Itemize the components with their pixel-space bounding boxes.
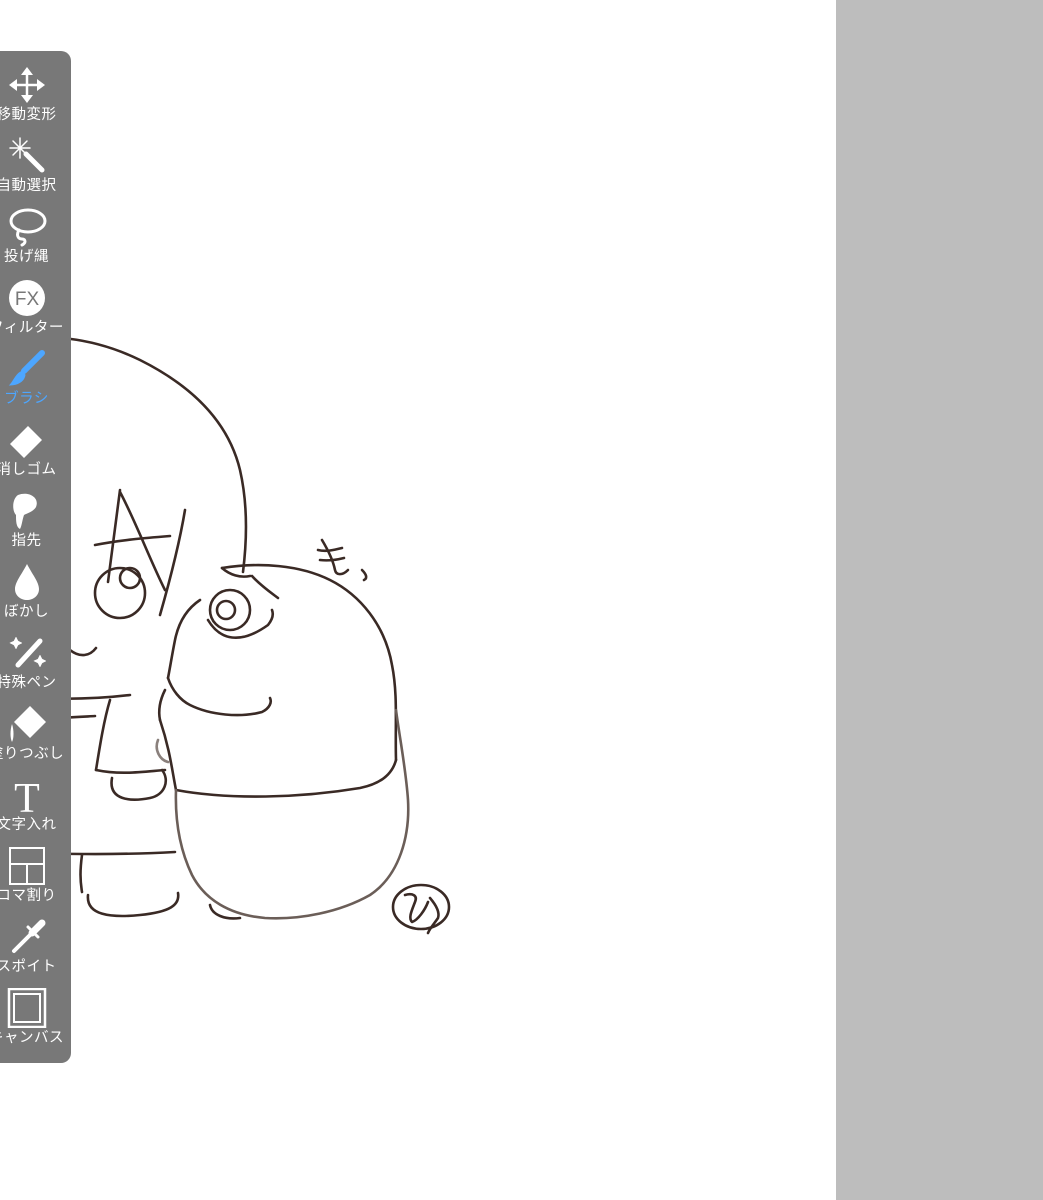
- tool-palette: 移動変形 自動選択 投げ縄 FX ィルター ブラシ 消しゴム 指先 ぼかし 特殊…: [0, 51, 71, 1063]
- tool-lasso[interactable]: 投げ縄: [0, 193, 71, 265]
- canvas-icon: [6, 988, 48, 1028]
- fx-icon: FX: [6, 278, 48, 318]
- lasso-icon: [6, 207, 48, 247]
- eyedropper-icon: [6, 917, 48, 957]
- text-icon: T: [6, 775, 48, 815]
- droplet-icon: [6, 562, 48, 602]
- tool-panel-split-label: コマ割り: [0, 888, 57, 904]
- tool-blur[interactable]: ぼかし: [0, 548, 71, 620]
- tool-eraser-label: 消しゴム: [0, 462, 57, 478]
- tool-filter[interactable]: FX フィルター: [0, 264, 71, 336]
- sparkle-pen-icon: [6, 633, 48, 673]
- app-window: も、 みそ 移動変形 自動選択: [0, 0, 1043, 1200]
- tool-move-label: 移動変形: [0, 107, 57, 123]
- move-arrows-icon: [6, 65, 48, 105]
- tool-brush[interactable]: ブラシ: [0, 335, 71, 407]
- finger-icon: [6, 491, 48, 531]
- fill-bucket-icon: [6, 704, 48, 744]
- tool-auto-select[interactable]: 自動選択: [0, 122, 71, 194]
- tool-canvas[interactable]: キャンバス: [0, 974, 71, 1046]
- tool-panel-split[interactable]: コマ割り: [0, 832, 71, 904]
- tool-finger[interactable]: 指先: [0, 477, 71, 549]
- tool-filter-label: フィルター: [0, 320, 64, 336]
- svg-text:T: T: [14, 776, 40, 815]
- drawing-canvas[interactable]: も、 みそ: [0, 0, 836, 1200]
- brush-icon: [6, 349, 48, 389]
- tool-finger-label: 指先: [11, 533, 42, 549]
- tool-blur-label: ぼかし: [4, 604, 49, 620]
- tool-fill[interactable]: 塗りつぶし: [0, 690, 71, 762]
- tool-eyedropper[interactable]: スポイト: [0, 903, 71, 975]
- svg-text:FX: FX: [15, 289, 40, 310]
- tool-text-label: 文字入れ: [0, 817, 57, 833]
- magic-wand-icon: [6, 136, 48, 176]
- panel-grid-icon: [6, 846, 48, 886]
- tool-fill-label: 塗りつぶし: [0, 746, 65, 762]
- tool-brush-label: ブラシ: [4, 391, 49, 407]
- tool-special-pen[interactable]: 特殊ペン: [0, 619, 71, 691]
- line-art-sketch: [0, 336, 451, 935]
- tool-eraser[interactable]: 消しゴム: [0, 406, 71, 478]
- eraser-icon: [6, 420, 48, 460]
- tool-auto-select-label: 自動選択: [0, 178, 57, 194]
- tool-text[interactable]: T 文字入れ: [0, 761, 71, 833]
- tool-canvas-label: キャンバス: [0, 1030, 64, 1046]
- tool-move[interactable]: 移動変形: [0, 51, 71, 123]
- tool-special-pen-label: 特殊ペン: [0, 675, 57, 691]
- tool-eyedropper-label: スポイト: [0, 959, 57, 975]
- tool-lasso-label: 投げ縄: [4, 249, 49, 265]
